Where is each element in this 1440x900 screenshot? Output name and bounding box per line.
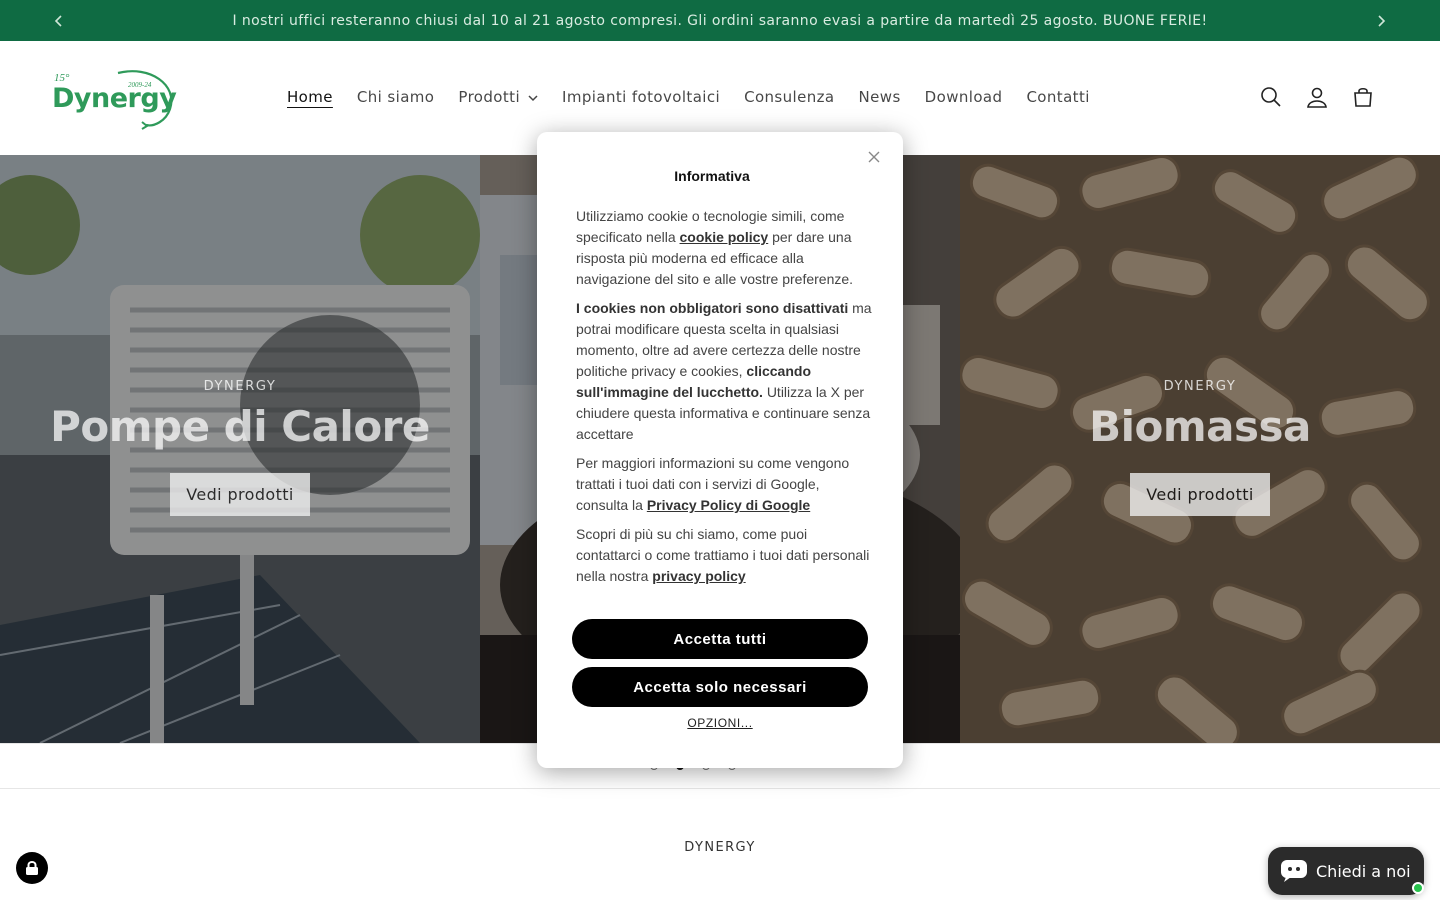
cookie-consent-dialog: Informativa Utilizziamo cookie o tecnolo… [537,132,903,768]
vedi-prodotti-button[interactable]: Vedi prodotti [1130,473,1270,516]
announcement-text: I nostri uffici resteranno chiusi dal 10… [232,12,1208,29]
nav-home[interactable]: Home [275,85,345,109]
google-privacy-policy-link[interactable]: Privacy Policy di Google [647,497,810,513]
dialog-title: Informativa [674,168,750,184]
vedi-prodotti-button[interactable]: Vedi prodotti [170,473,310,516]
nav-contatti[interactable]: Contatti [1014,85,1101,109]
slide-title: Pompe di Calore [50,402,430,451]
cart-button[interactable] [1348,77,1378,117]
online-status-indicator [1412,882,1424,894]
close-icon [868,151,880,163]
account-button[interactable] [1302,77,1332,117]
nav-news[interactable]: News [847,85,913,109]
nav-impianti-fotovoltaici[interactable]: Impianti fotovoltaici [550,85,732,109]
chevron-right-icon [1378,14,1386,27]
dialog-body: Utilizziamo cookie o tecnologie simili, … [576,208,872,584]
nav-download[interactable]: Download [913,85,1015,109]
slide-biomassa: DYNERGY Biomassa Vedi prodotti [960,155,1440,743]
chevron-down-icon [528,88,538,106]
chat-button[interactable]: Chiedi a noi [1268,847,1424,895]
chat-label: Chiedi a noi [1316,861,1411,881]
announcement-next-button[interactable] [1366,0,1396,41]
options-link[interactable]: OPZIONI... [537,716,903,730]
cookie-preferences-button[interactable] [16,852,48,884]
slide-pompe-di-calore: DYNERGY Pompe di Calore Vedi prodotti [0,155,480,743]
nav-consulenza[interactable]: Consulenza [732,85,846,109]
account-icon [1307,87,1327,108]
slide-title: Biomassa [1089,402,1311,451]
announcement-prev-button[interactable] [44,0,74,41]
privacy-policy-link[interactable]: privacy policy [652,568,745,584]
chevron-left-icon [54,14,62,27]
lock-icon [26,861,38,875]
accept-all-button[interactable]: Accetta tutti [572,619,868,659]
slide-kicker: DYNERGY [1163,379,1237,394]
announcement-bar: I nostri uffici resteranno chiusi dal 10… [0,0,1440,41]
header-actions [1256,77,1378,117]
chat-icon [1281,860,1307,882]
nav-chi-siamo[interactable]: Chi siamo [345,85,446,109]
nav-prodotti[interactable]: Prodotti [446,85,550,109]
cookie-policy-link[interactable]: cookie policy [680,229,769,245]
search-icon [1261,87,1281,107]
slide-kicker: DYNERGY [203,379,277,394]
dynergy-logo[interactable]: 15° 2009-24 Dynergy [50,67,180,131]
main-navigation: Home Chi siamo Prodotti Impianti fotovol… [275,85,1102,109]
logo-text: Dynergy [52,83,177,114]
section-kicker: DYNERGY [684,840,756,855]
cart-icon [1354,87,1372,107]
close-button[interactable] [861,144,887,170]
search-button[interactable] [1256,77,1286,117]
accept-necessary-button[interactable]: Accetta solo necessari [572,667,868,707]
